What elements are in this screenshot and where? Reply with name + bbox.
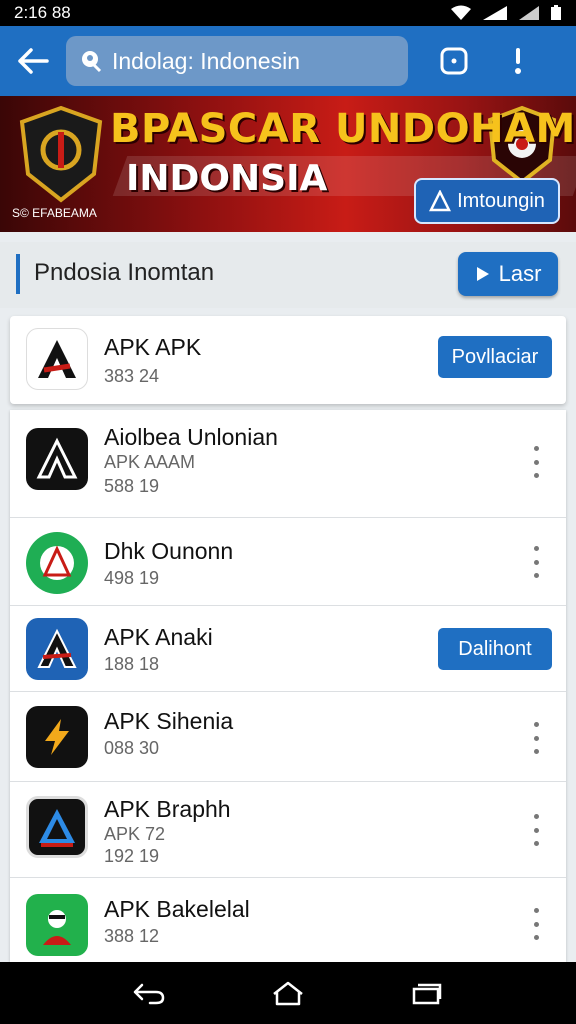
featured-app-name: APK APK	[104, 334, 202, 360]
app-name: APK Braphh	[104, 796, 231, 822]
a-logo-icon	[36, 437, 78, 479]
a-logo-icon	[429, 190, 452, 212]
banner-cta-button[interactable]: Imtoungin	[414, 178, 560, 224]
item-menu-button[interactable]	[528, 546, 544, 578]
nav-home-button[interactable]	[258, 968, 318, 1018]
app-icon	[26, 796, 88, 858]
app-meta-1: 388 12	[104, 926, 160, 946]
featured-app-meta: 383 24	[104, 366, 160, 386]
avatar-logo-icon	[43, 910, 71, 945]
list-item[interactable]: APK Bakelelal 388 12	[10, 878, 566, 962]
back-icon	[134, 983, 165, 1005]
app-icon	[26, 894, 88, 956]
list-item[interactable]: APK Sihenia 088 30	[10, 692, 566, 782]
featured-install-button[interactable]: Povllaciar	[438, 336, 552, 378]
section-title: Pndosia Inomtan	[34, 259, 215, 286]
recents-icon	[412, 983, 441, 1005]
wifi-icon	[451, 5, 471, 20]
more-options-button[interactable]	[486, 26, 550, 96]
shield-emblem-icon	[19, 105, 103, 203]
banner-small-text: S© EFABEAMA	[12, 206, 97, 220]
app-meta-1: 498 19	[104, 568, 160, 588]
search-input[interactable]: Indolag: Indonesin	[66, 36, 408, 86]
banner-subtitle: INDONSIA	[126, 158, 328, 199]
item-menu-button[interactable]	[528, 908, 544, 940]
app-meta-1: 188 18	[104, 654, 160, 674]
more-vert-icon	[515, 48, 521, 74]
a-logo-icon	[37, 628, 77, 668]
list-item[interactable]: Dhk Ounonn 498 19	[10, 518, 566, 606]
square-icon	[440, 47, 468, 75]
nav-recents-button[interactable]	[397, 968, 457, 1018]
app-name: Aiolbea Unlonian	[104, 424, 278, 450]
item-menu-button[interactable]	[528, 814, 544, 846]
status-extra: 88	[51, 3, 71, 22]
a-logo-icon	[38, 340, 76, 378]
bolt-logo-icon	[45, 719, 69, 755]
item-menu-button[interactable]	[528, 722, 544, 754]
app-meta-2: 588 19	[104, 476, 160, 496]
app-icon	[26, 706, 88, 768]
section-accent-bar	[16, 254, 20, 294]
list-item[interactable]: Aiolbea Unlonian APK AAAM 588 19	[10, 410, 566, 518]
status-time: 2:16	[14, 3, 48, 22]
back-arrow-icon	[18, 48, 49, 74]
featured-app-icon	[26, 328, 88, 390]
search-text: Indolag: Indonesin	[112, 47, 300, 74]
section-header: Pndosia Inomtan Lasr	[0, 242, 576, 308]
a-logo-icon	[40, 545, 74, 580]
app-meta-1: APK AAAM	[104, 452, 196, 472]
app-icon	[26, 428, 88, 490]
triangle-logo-icon	[39, 809, 75, 847]
app-meta-1: 088 30	[104, 738, 160, 758]
camera-button[interactable]	[422, 26, 486, 96]
section-button-label: Lasr	[498, 261, 542, 286]
app-meta-2: 192 19	[104, 846, 160, 866]
featured-app-card[interactable]: APK APK 383 24 Povllaciar	[10, 316, 566, 404]
system-nav-bar	[0, 962, 576, 1024]
app-icon	[26, 618, 88, 680]
banner-title: BPASCAR UNDOHAM	[110, 106, 576, 152]
home-icon	[273, 981, 303, 1006]
section-action-button[interactable]: Lasr	[458, 252, 558, 296]
app-name: Dhk Ounonn	[104, 538, 234, 564]
app-bar: Indolag: Indonesin	[0, 26, 576, 96]
play-icon	[476, 267, 489, 281]
signal-icon	[483, 6, 507, 20]
install-button-label: Dalihont	[458, 637, 532, 660]
search-icon	[82, 51, 102, 73]
banner-cta-label: Imtoungin	[457, 189, 545, 212]
featured-button-label: Povllaciar	[451, 345, 539, 368]
battery-icon	[551, 5, 561, 20]
signal-2-icon	[519, 6, 539, 20]
app-name: APK Bakelelal	[104, 896, 250, 922]
app-icon	[26, 532, 88, 594]
back-button[interactable]	[0, 26, 66, 96]
install-button[interactable]: Dalihont	[438, 628, 552, 670]
nav-back-button[interactable]	[119, 968, 179, 1018]
item-menu-button[interactable]	[528, 446, 544, 478]
app-name: APK Sihenia	[104, 708, 234, 734]
app-list: Aiolbea Unlonian APK AAAM 588 19 Dhk Oun…	[10, 410, 566, 962]
status-bar: 2:16 88	[0, 0, 576, 26]
list-item[interactable]: APK Anaki 188 18 Dalihont	[10, 606, 566, 692]
app-meta-1: APK 72	[104, 824, 166, 844]
app-name: APK Anaki	[104, 624, 213, 650]
list-item[interactable]: APK Braphh APK 72 192 19	[10, 782, 566, 878]
